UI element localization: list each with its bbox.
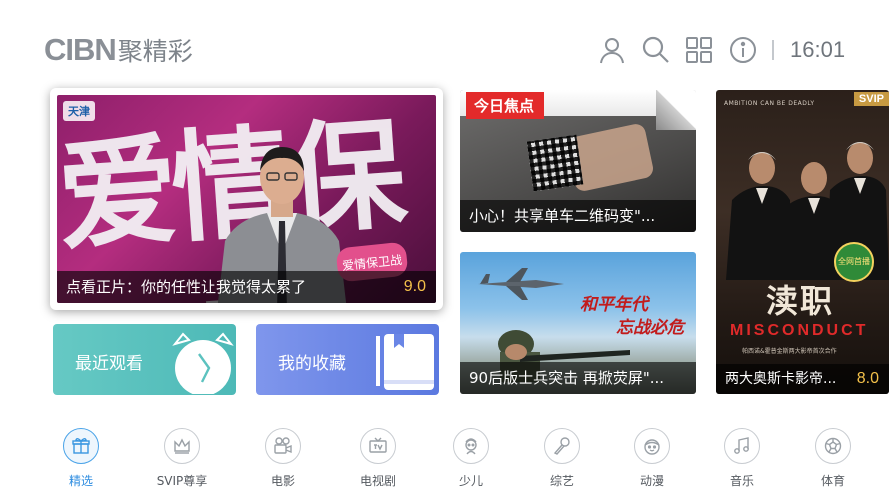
featured-score: 9.0 [403, 278, 426, 295]
music-note-icon [724, 428, 760, 464]
nav-label: 少儿 [458, 474, 483, 488]
clock-time: 16:01 [790, 37, 846, 62]
nav-kids[interactable]: 少儿 [431, 428, 511, 490]
soccer-ball-icon [815, 428, 851, 464]
my-favorites-button[interactable]: 我的收藏 [256, 324, 439, 395]
poster-caption: 两大奥斯卡影帝... 8.0 [716, 364, 889, 394]
poster-score: 8.0 [856, 370, 879, 387]
premiere-seal: 全网首播 [834, 242, 874, 282]
microphone-icon [544, 428, 580, 464]
nav-label: SVIP尊享 [156, 474, 208, 488]
nav-tv-series[interactable]: 电视剧 [338, 428, 418, 490]
nav-label: 精选 [68, 474, 93, 488]
page-curl-decoration [656, 90, 696, 130]
station-logo: 天津 [63, 101, 95, 121]
my-favorites-label: 我的收藏 [278, 354, 346, 374]
military-caption: 90后版士兵突击 再掀荧屏"... [460, 362, 696, 394]
gift-icon [63, 428, 99, 464]
user-icon[interactable] [597, 35, 627, 65]
poster-tagline: AMBITION CAN BE DEADLY [724, 100, 815, 107]
nav-movies[interactable]: 电影 [243, 428, 323, 490]
news-badge: 今日焦点 [466, 92, 545, 119]
logo-text-en: CIBN [44, 32, 117, 67]
poster-caption-title: 两大奥斯卡影帝... [725, 371, 837, 387]
header-divider [772, 40, 774, 60]
poster-title-cn: 渎职 [766, 282, 835, 320]
anime-face-icon [634, 428, 670, 464]
app-logo: CIBN 聚精彩 [44, 32, 193, 68]
military-slogan: 和平年代 忘战必危 [580, 294, 684, 340]
qr-code-image [526, 134, 584, 192]
movie-poster-card[interactable]: AMBITION CAN BE DEADLY SVIP 全网首播 渎职 MISC… [716, 90, 889, 394]
nav-music[interactable]: 音乐 [702, 428, 782, 490]
info-icon[interactable] [728, 35, 758, 65]
bookmark-book-icon [376, 334, 434, 390]
film-camera-icon [265, 428, 301, 464]
recently-watched-button[interactable]: 最近观看 [53, 324, 236, 395]
nav-label: 电影 [270, 474, 295, 488]
recently-watched-label: 最近观看 [75, 354, 143, 374]
nav-label: 电视剧 [359, 474, 396, 488]
nav-label: 动漫 [639, 474, 664, 488]
nav-label: 体育 [820, 474, 845, 488]
nav-label: 综艺 [549, 474, 574, 488]
featured-video-card[interactable]: 爱情保卫战 天津 爱情保卫战 点看正片：你的任性让我觉得太累了 9.0 [50, 88, 443, 310]
featured-thumbnail: 爱情保卫战 天津 爱情保卫战 点看正片：你的任性让我觉得太累了 9.0 [57, 95, 436, 303]
featured-caption: 点看正片：你的任性让我觉得太累了 9.0 [57, 271, 436, 303]
fighter-jet-image [478, 268, 564, 300]
featured-title: 点看正片：你的任性让我觉得太累了 [66, 278, 307, 296]
grid-apps-icon[interactable] [684, 35, 714, 65]
logo-text-cn: 聚精彩 [117, 37, 193, 66]
slogan-line-1: 和平年代 [580, 295, 648, 315]
nav-svip[interactable]: SVIP尊享 [142, 428, 222, 490]
military-video-card[interactable]: 和平年代 忘战必危 90后版士兵突击 再掀荧屏"... [460, 252, 696, 394]
crown-icon [164, 428, 200, 464]
svip-tag: SVIP [853, 92, 889, 106]
nav-anime[interactable]: 动漫 [612, 428, 692, 490]
nav-sports[interactable]: 体育 [793, 428, 873, 490]
tv-icon [360, 428, 396, 464]
slogan-line-2: 忘战必危 [616, 317, 684, 338]
news-video-card[interactable]: 今日焦点 小心！共享单车二维码变"... [460, 90, 696, 232]
alarm-clock-icon [172, 332, 234, 394]
poster-title-en: MISCONDUCT [730, 322, 869, 339]
nav-featured[interactable]: 精选 [41, 428, 121, 490]
nav-variety[interactable]: 综艺 [522, 428, 602, 490]
news-caption: 小心！共享单车二维码变"... [460, 200, 696, 232]
poster-credits: 帕西诺&霍普金斯两大影帝首次合作 [742, 348, 837, 355]
child-icon [453, 428, 489, 464]
search-icon[interactable] [641, 35, 671, 65]
nav-label: 音乐 [729, 474, 754, 488]
